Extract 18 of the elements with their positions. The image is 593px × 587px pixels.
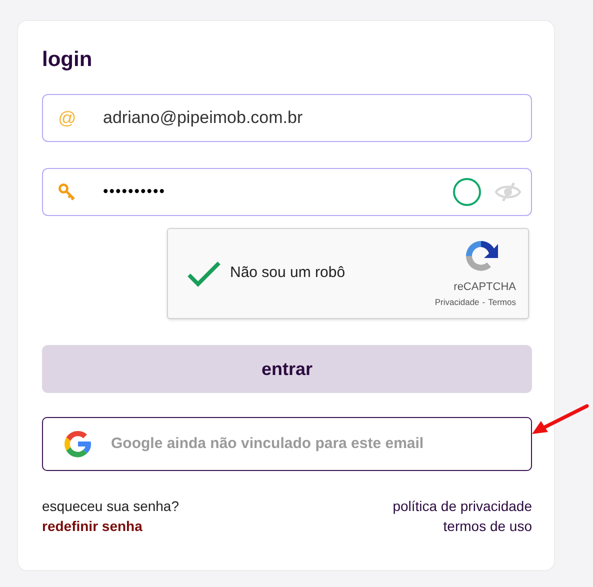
- terms-of-use-link[interactable]: termos de uso: [443, 516, 532, 536]
- password-field[interactable]: ••••••••••: [42, 168, 532, 216]
- privacy-link[interactable]: Privacidade: [434, 296, 480, 309]
- terms-link[interactable]: Termos: [488, 296, 516, 309]
- email-field[interactable]: @ adriano@pipeimob.com.br: [42, 94, 532, 142]
- checkmark-icon[interactable]: [186, 258, 222, 288]
- password-value: ••••••••••: [103, 182, 166, 202]
- recaptcha-brand: reCAPTCHA: [454, 280, 516, 296]
- privacy-policy-link[interactable]: política de privacidade: [392, 496, 532, 516]
- pointer-arrow: [531, 404, 589, 436]
- forgot-password-text: esqueceu sua senha?: [42, 497, 179, 516]
- login-title: login: [42, 47, 92, 73]
- separator-dash: -: [482, 296, 486, 309]
- at-icon: @: [58, 109, 76, 127]
- email-value: adriano@pipeimob.com.br: [103, 107, 303, 130]
- key-icon: [58, 183, 76, 201]
- reset-password-link[interactable]: redefinir senha: [42, 516, 142, 536]
- captcha-label: Não sou um robô: [230, 263, 346, 284]
